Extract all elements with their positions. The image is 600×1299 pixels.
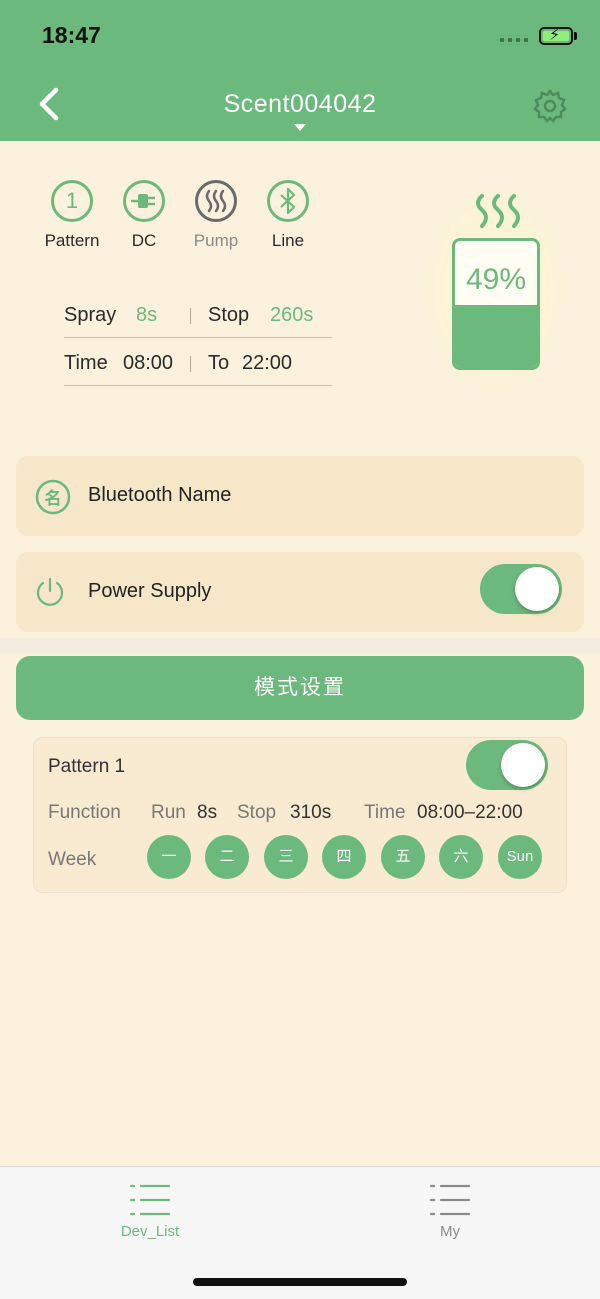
pattern-title: Pattern 1 <box>48 756 126 777</box>
list-icon <box>129 1184 171 1216</box>
steam-icon <box>476 194 520 228</box>
mode-settings-button[interactable]: 模式设置 <box>16 656 584 720</box>
function-label: Function <box>48 802 121 823</box>
day-sun[interactable]: Sun <box>498 835 542 879</box>
run-label: Run <box>151 802 186 823</box>
mode-pattern[interactable]: 1 Pattern <box>32 180 112 251</box>
time-range-row[interactable]: Time 08:00 To 22:00 <box>64 338 332 386</box>
divider <box>190 308 191 324</box>
to-label: To <box>208 352 230 374</box>
power-supply-label: Power Supply <box>88 580 212 602</box>
mode-line[interactable]: Line <box>248 180 328 251</box>
time-range-value: 08:00–22:00 <box>417 802 523 823</box>
time-label: Time <box>364 802 406 823</box>
tab-label-dev-list: Dev_List <box>120 1223 180 1240</box>
tab-dev-list[interactable]: Dev_List <box>90 1183 210 1240</box>
oil-level-percent: 49% <box>465 263 527 296</box>
power-supply-toggle[interactable] <box>480 564 562 614</box>
signal-icon <box>500 38 528 42</box>
spray-label: Spray <box>64 304 117 326</box>
app-header: 18:47 ⚡ Scent004042 <box>0 0 600 141</box>
bluetooth-name-label: Bluetooth Name <box>88 484 232 506</box>
day-fri[interactable]: 五 <box>381 835 425 879</box>
week-label: Week <box>48 849 97 870</box>
stop-value: 310s <box>290 802 332 823</box>
run-value: 8s <box>197 802 218 823</box>
power-icon <box>36 577 64 606</box>
mode-label-pattern: Pattern <box>44 231 100 250</box>
mode-label-line: Line <box>271 231 305 250</box>
bluetooth-name-row[interactable]: 名 Bluetooth Name <box>16 456 584 536</box>
gear-icon[interactable] <box>532 88 568 124</box>
device-title[interactable]: Scent004042 <box>0 90 600 119</box>
spray-stop-row[interactable]: Spray 8s Stop 260s <box>64 290 332 338</box>
stop-value: 260s <box>270 304 314 326</box>
battery-icon: ⚡ <box>539 27 573 45</box>
day-sat[interactable]: 六 <box>439 835 483 879</box>
day-tue[interactable]: 二 <box>205 835 249 879</box>
to-value: 22:00 <box>242 352 293 374</box>
tab-my[interactable]: My <box>390 1183 510 1240</box>
oil-level-bottle: 49% <box>452 238 540 370</box>
pattern-1-icon: 1 <box>51 180 93 222</box>
list-icon <box>429 1184 471 1216</box>
mode-pump[interactable]: Pump <box>176 180 256 251</box>
bluetooth-icon <box>267 180 309 222</box>
day-mon[interactable]: 一 <box>147 835 191 879</box>
pump-heat-icon <box>195 180 237 222</box>
oil-level-fill <box>455 305 537 367</box>
pattern-toggle[interactable] <box>466 740 548 790</box>
tab-label-my: My <box>440 1223 460 1240</box>
spray-value: 8s <box>136 304 158 326</box>
stop-label: Stop <box>208 304 250 326</box>
home-indicator <box>193 1278 407 1286</box>
day-thu[interactable]: 四 <box>322 835 366 879</box>
name-tag-glyph: 名 <box>44 489 62 508</box>
power-supply-row: Power Supply <box>16 552 584 632</box>
time-value: 08:00 <box>123 352 174 374</box>
status-time: 18:47 <box>42 22 101 48</box>
stop-label: Stop <box>237 802 277 823</box>
chevron-down-icon[interactable] <box>294 124 306 131</box>
day-wed[interactable]: 三 <box>264 835 308 879</box>
time-label: Time <box>64 352 108 374</box>
mode-dc[interactable]: DC <box>104 180 184 251</box>
dc-plug-icon <box>123 180 165 222</box>
mode-label-pump: Pump <box>193 231 239 250</box>
divider <box>190 356 191 372</box>
pattern-card[interactable]: Pattern 1 Function Run 8s Stop 310s Time… <box>33 737 567 893</box>
mode-label-dc: DC <box>131 231 157 250</box>
